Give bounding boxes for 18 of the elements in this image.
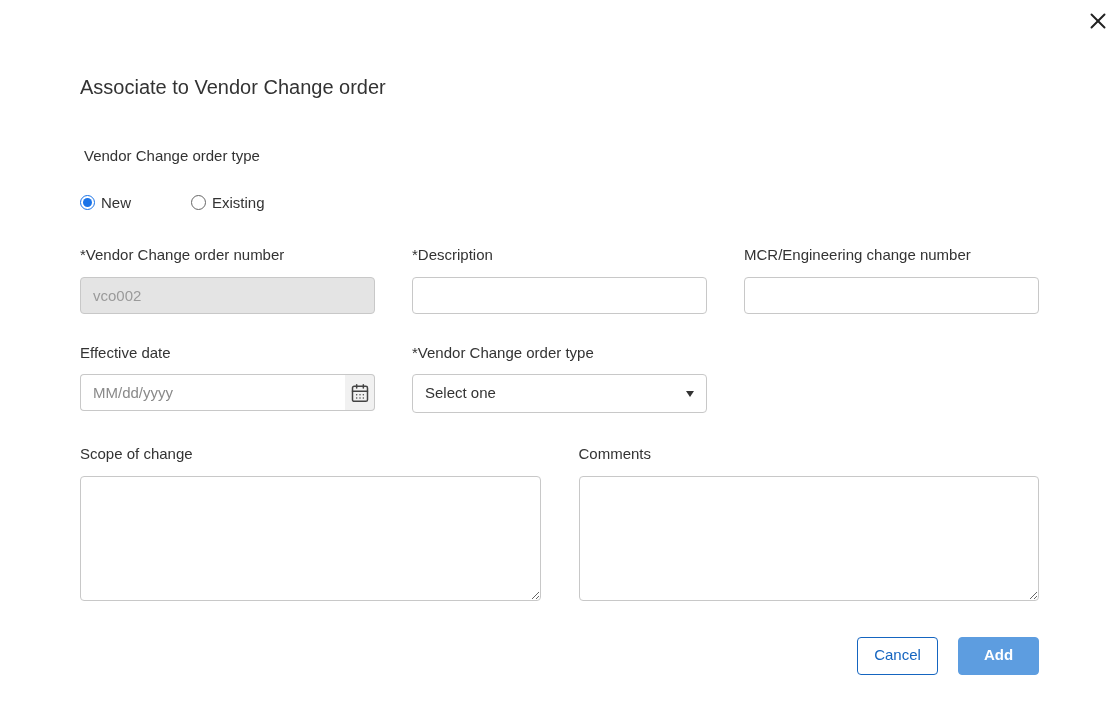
text-field[interactable]: [744, 276, 1039, 314]
select-dropdown[interactable]: Select one: [412, 374, 707, 413]
field-label: *Description: [412, 245, 494, 265]
field-label: *Vendor Change order number: [80, 245, 286, 265]
radio-option[interactable]: New: [80, 191, 131, 214]
caret-icon: [686, 390, 694, 397]
text-area[interactable]: [80, 475, 541, 601]
field-label: MCR/Engineering change number: [744, 245, 972, 265]
field-label: Scope of change: [80, 444, 194, 464]
text-area[interactable]: [578, 475, 1039, 601]
text-field[interactable]: [412, 276, 707, 314]
section-label: Vendor Change order type: [83, 146, 261, 166]
field-label: Effective date: [80, 342, 172, 363]
cancel-button[interactable]: Cancel: [857, 636, 938, 675]
dialog-title: Associate to Vendor Change order: [80, 75, 387, 100]
field-label: Comments: [578, 444, 653, 464]
radio-option[interactable]: Existing: [191, 191, 265, 214]
field-label: *Vendor Change order type: [412, 342, 595, 363]
